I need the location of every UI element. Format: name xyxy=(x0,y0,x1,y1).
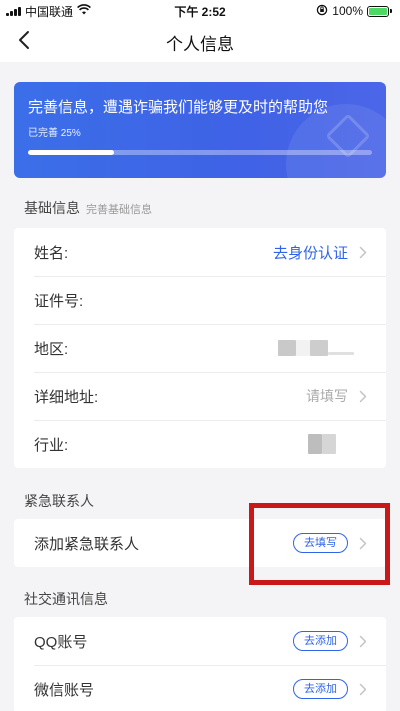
progress-bar-fill xyxy=(28,150,114,155)
status-time: 下午 2:52 xyxy=(174,4,226,19)
page-title: 个人信息 xyxy=(166,34,234,54)
redacted-region xyxy=(278,340,296,356)
basic-info-title: 基础信息 xyxy=(24,200,80,216)
row-id-number[interactable]: 证件号: xyxy=(14,276,386,324)
social-header: 社交通讯信息 xyxy=(24,589,108,609)
social-card: QQ账号 去添加 微信账号 去添加 xyxy=(14,617,386,711)
chevron-right-icon xyxy=(358,634,368,648)
social-title: 社交通讯信息 xyxy=(24,591,108,607)
row-label-name: 姓名: xyxy=(34,244,69,262)
row-industry[interactable]: 行业: xyxy=(14,420,386,468)
row-label-qq: QQ账号 xyxy=(34,633,88,651)
battery-percent: 100% xyxy=(332,4,363,18)
annotation-highlight-box xyxy=(249,503,390,585)
back-button[interactable] xyxy=(12,30,36,54)
battery-charging-icon xyxy=(367,5,392,17)
emergency-title: 紧急联系人 xyxy=(24,493,94,509)
row-right-wechat: 去添加 xyxy=(293,679,368,699)
chevron-right-icon xyxy=(358,245,368,259)
row-right-name: 去身份认证 xyxy=(273,242,368,263)
address-placeholder: 请填写 xyxy=(306,388,348,404)
row-right-industry xyxy=(308,434,336,454)
row-label-region: 地区: xyxy=(34,340,69,358)
status-left: 中国联通 xyxy=(6,3,91,20)
completion-banner: 完善信息，遭遇诈骗我们能够更及时的帮助您 已完善 25% xyxy=(14,82,386,178)
basic-info-header: 基础信息 完善基础信息 xyxy=(24,198,152,218)
banner-title: 完善信息，遭遇诈骗我们能够更及时的帮助您 xyxy=(28,99,329,116)
row-name[interactable]: 姓名: 去身份认证 xyxy=(14,228,386,276)
redacted-region xyxy=(328,351,354,355)
row-label-wechat: 微信账号 xyxy=(34,681,95,699)
row-right-address: 请填写 xyxy=(306,386,368,406)
chevron-right-icon xyxy=(358,389,368,403)
carrier-label: 中国联通 xyxy=(25,4,74,19)
row-address[interactable]: 详细地址: 请填写 xyxy=(14,372,386,420)
row-region[interactable]: 地区: xyxy=(14,324,386,372)
redacted-region xyxy=(296,340,310,356)
row-wechat-account[interactable]: 微信账号 去添加 xyxy=(14,665,386,711)
status-bar: 中国联通 下午 2:52 100% xyxy=(0,0,400,22)
redacted-region xyxy=(310,340,328,356)
row-qq-account[interactable]: QQ账号 去添加 xyxy=(14,617,386,665)
progress-label: 已完善 25% xyxy=(28,128,81,139)
row-label-industry: 行业: xyxy=(34,436,69,454)
rotation-lock-icon xyxy=(316,4,328,19)
row-label-address: 详细地址: xyxy=(34,388,99,406)
row-right-qq: 去添加 xyxy=(293,631,368,651)
row-right-region xyxy=(278,340,354,356)
nav-bar: 个人信息 xyxy=(0,22,400,62)
row-label-id-number: 证件号: xyxy=(34,292,84,310)
add-qq-button[interactable]: 去添加 xyxy=(293,631,348,651)
chevron-right-icon xyxy=(358,682,368,696)
redacted-industry xyxy=(322,434,336,454)
wifi-icon xyxy=(77,4,91,18)
basic-info-card: 姓名: 去身份认证 证件号: 地区: 详细地址: 请填写 行业: xyxy=(14,228,386,468)
status-right: 100% xyxy=(316,4,392,19)
identity-auth-link[interactable]: 去身份认证 xyxy=(273,242,348,263)
add-wechat-button[interactable]: 去添加 xyxy=(293,679,348,699)
progress-bar xyxy=(28,150,372,155)
chevron-left-icon xyxy=(18,30,30,55)
emergency-header: 紧急联系人 xyxy=(24,491,94,511)
signal-icon xyxy=(6,6,21,16)
basic-info-hint: 完善基础信息 xyxy=(86,204,152,216)
redacted-industry xyxy=(308,434,322,454)
